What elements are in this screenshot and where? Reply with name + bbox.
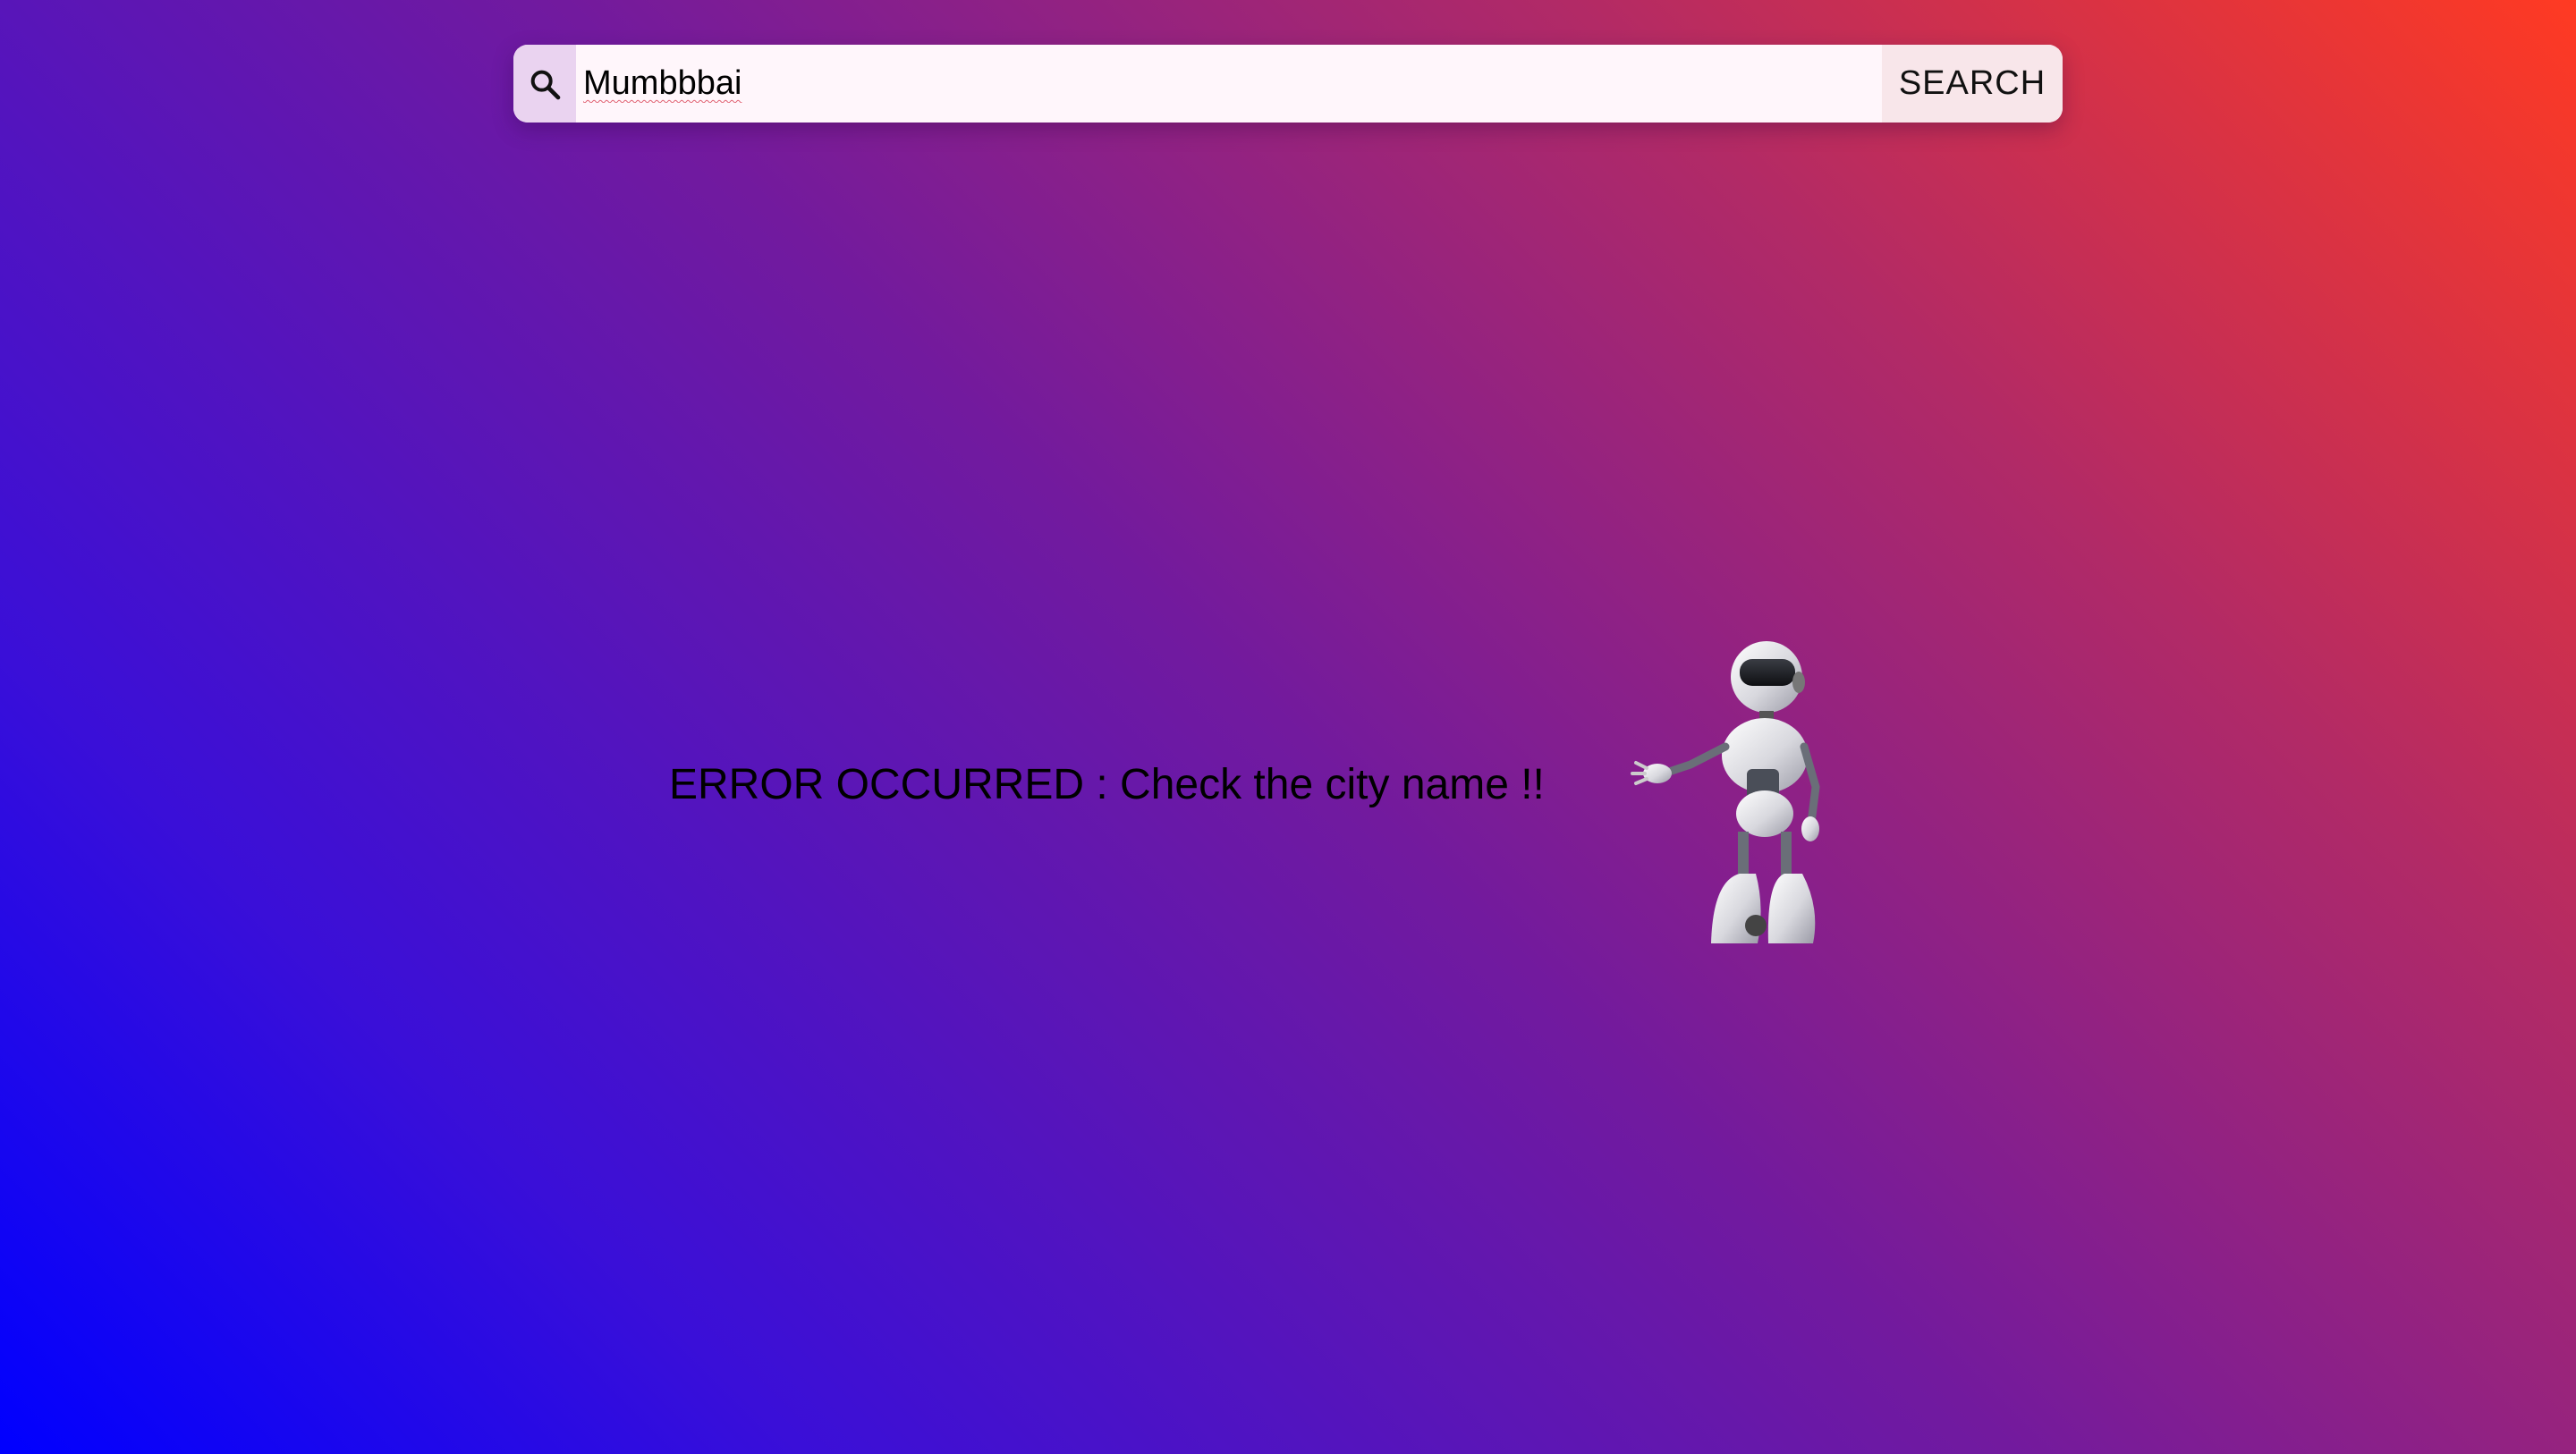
search-button[interactable]: SEARCH [1882,45,2063,123]
error-message: ERROR OCCURRED : Check the city name !! [669,761,1545,808]
search-bar: SEARCH [513,45,2063,123]
search-icon[interactable] [513,45,576,123]
robot-illustration [1631,641,1820,943]
search-input[interactable] [576,45,1882,123]
